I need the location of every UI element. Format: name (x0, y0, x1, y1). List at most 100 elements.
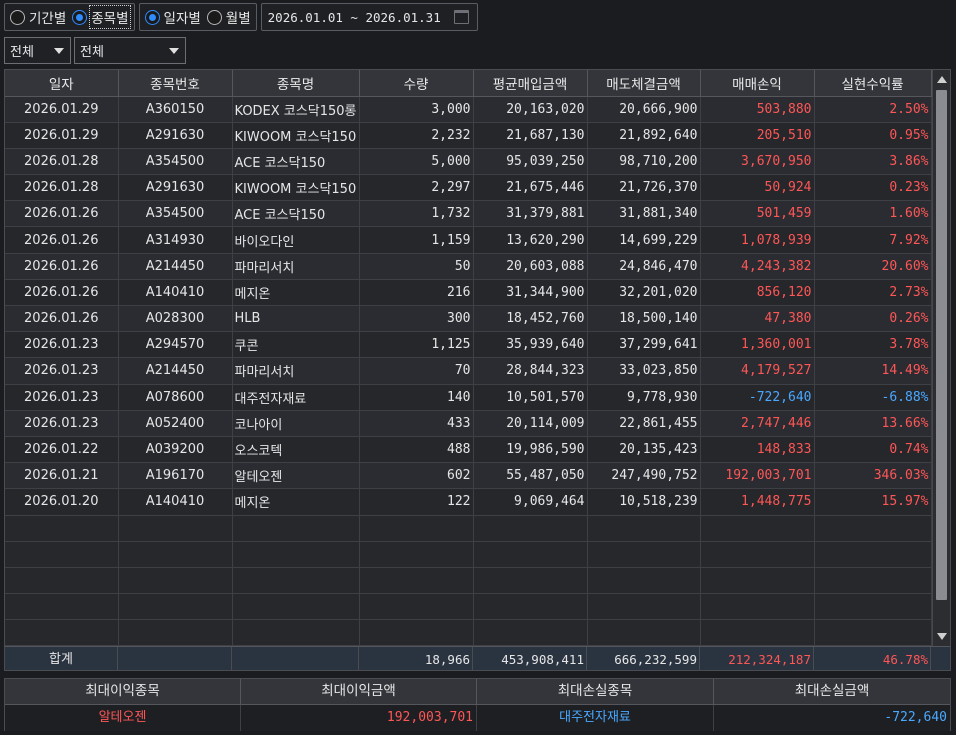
cell-date: 2026.01.26 (5, 305, 119, 333)
empty-row (5, 593, 932, 621)
table-row[interactable]: 2026.01.26 A140410 메지온 216 31,344,900 32,201,… (5, 279, 932, 307)
scroll-up-icon[interactable] (937, 76, 947, 83)
cell-pnl: 856,120 (700, 279, 815, 307)
col-header-avg-buy[interactable]: 평균매입금액 (473, 70, 588, 97)
table-row[interactable]: 2026.01.21 A196170 알테오젠 602 55,487,050 247,49… (5, 462, 932, 490)
trade-grid: 일자 종목번호 종목명 수량 평균매입금액 매도체결금액 매매손익 실현수익률 … (4, 69, 951, 671)
table-row[interactable]: 2026.01.23 A294570 쿠콘 1,125 35,939,640 37,299… (5, 331, 932, 359)
trade-table: 일자 종목번호 종목명 수량 평균매입금액 매도체결금액 매매손익 실현수익률 … (5, 70, 932, 647)
cell-rate: 0.26% (814, 305, 932, 333)
table-row[interactable]: 2026.01.29 A360150 KODEX 코스닥150롱 3,000 20,16… (5, 96, 932, 123)
scroll-thumb[interactable] (936, 90, 947, 600)
col-header-code[interactable]: 종목번호 (118, 70, 233, 97)
category-select[interactable]: 전체 (4, 37, 71, 64)
radio-dot-icon (206, 9, 222, 25)
cell-code: A039200 (118, 436, 233, 464)
radio-dot-icon (10, 9, 25, 25)
cell-rate: 1.60% (814, 200, 932, 228)
empty-cell (118, 567, 233, 595)
market-select-value: 전체 (80, 45, 104, 60)
scroll-down-icon[interactable] (937, 633, 947, 640)
cell-sell: 21,892,640 (587, 122, 701, 149)
cell-code: A354500 (118, 200, 233, 228)
table-row[interactable]: 2026.01.20 A140410 메지온 122 9,069,464 10,518,2… (5, 488, 932, 516)
table-row[interactable]: 2026.01.28 A291630 KIWOOM 코스닥150 2,297 21,67… (5, 174, 932, 202)
empty-cell (5, 541, 119, 568)
summary-header-max-loss-name: 최대손실종목 (477, 679, 714, 705)
col-header-pnl[interactable]: 매매손익 (700, 70, 815, 97)
cell-name: 오스코텍 (232, 436, 360, 464)
empty-cell (700, 515, 815, 542)
cell-code: A214450 (118, 253, 233, 280)
cell-date: 2026.01.29 (5, 122, 119, 149)
radio-monthly[interactable]: 월별 (206, 7, 251, 27)
total-row: 합계 18,966 453,908,411 666,232,599 212,32… (5, 646, 950, 670)
empty-cell (814, 515, 932, 542)
cell-date: 2026.01.23 (5, 357, 119, 385)
table-row[interactable]: 2026.01.26 A354500 ACE 코스닥150 1,732 31,379,8… (5, 200, 932, 228)
total-sell: 666,232,599 (587, 647, 700, 670)
cell-rate: 0.95% (814, 122, 932, 149)
calendar-icon[interactable] (453, 10, 469, 24)
table-row[interactable]: 2026.01.28 A354500 ACE 코스닥150 5,000 95,039,2… (5, 148, 932, 176)
empty-cell (359, 619, 474, 647)
table-row[interactable]: 2026.01.23 A052400 코나아이 433 20,114,009 22,861… (5, 410, 932, 437)
radio-by-period[interactable]: 기간별 (10, 7, 66, 27)
cell-sell: 37,299,641 (587, 331, 701, 359)
summary-header-max-profit-name: 최대이익종목 (5, 679, 241, 705)
table-row[interactable]: 2026.01.26 A214450 파마리서치 50 20,603,088 24,846… (5, 253, 932, 280)
cell-rate: 2.73% (814, 279, 932, 307)
cell-avg-buy: 10,501,570 (473, 384, 588, 411)
market-select[interactable]: 전체 (74, 37, 186, 64)
empty-cell (700, 567, 815, 595)
cell-name: KIWOOM 코스닥150 (232, 122, 360, 149)
empty-cell (5, 567, 119, 595)
empty-cell (587, 567, 701, 595)
cell-date: 2026.01.29 (5, 96, 119, 123)
col-header-date[interactable]: 일자 (5, 70, 119, 97)
empty-cell (473, 515, 588, 542)
summary-header-row: 최대이익종목 최대이익금액 최대손실종목 최대손실금액 (5, 679, 950, 705)
cell-pnl: 50,924 (700, 174, 815, 202)
summary-panel: 최대이익종목 최대이익금액 최대손실종목 최대손실금액 알테오젠 192,003… (4, 678, 951, 731)
cell-date: 2026.01.26 (5, 226, 119, 254)
table-row[interactable]: 2026.01.26 A028300 HLB 300 18,452,760 18,500,… (5, 305, 932, 333)
table-row[interactable]: 2026.01.23 A214450 파마리서치 70 28,844,323 33,023… (5, 357, 932, 385)
empty-row (5, 541, 932, 568)
col-header-name[interactable]: 종목명 (232, 70, 360, 97)
table-row[interactable]: 2026.01.22 A039200 오스코텍 488 19,986,590 20,135… (5, 436, 932, 464)
col-header-sell[interactable]: 매도체결금액 (587, 70, 701, 97)
col-header-rate[interactable]: 실현수익률 (814, 70, 932, 97)
cell-avg-buy: 20,114,009 (473, 410, 588, 437)
radio-by-stock[interactable]: 종목별 (72, 5, 131, 29)
cell-code: A291630 (118, 122, 233, 149)
cell-sell: 247,490,752 (587, 462, 701, 490)
date-range-field[interactable]: 2026.01.01 ~ 2026.01.31 (260, 3, 478, 31)
cell-sell: 21,726,370 (587, 174, 701, 202)
summary-header-max-profit-amount: 최대이익금액 (241, 679, 477, 705)
cell-qty: 122 (359, 488, 474, 516)
empty-cell (5, 619, 119, 647)
cell-code: A214450 (118, 357, 233, 385)
cell-avg-buy: 28,844,323 (473, 357, 588, 385)
vertical-scrollbar[interactable] (932, 70, 950, 646)
empty-cell (700, 619, 815, 647)
cell-qty: 1,159 (359, 226, 474, 254)
table-row[interactable]: 2026.01.23 A078600 대주전자재료 140 10,501,570 9,77… (5, 384, 932, 411)
cell-code: A078600 (118, 384, 233, 411)
mode-radio-group: 기간별 종목별 (4, 3, 135, 31)
cell-pnl: 1,360,001 (700, 331, 815, 359)
cell-date: 2026.01.26 (5, 200, 119, 228)
table-row[interactable]: 2026.01.29 A291630 KIWOOM 코스닥150 2,232 21,68… (5, 122, 932, 149)
empty-cell (232, 567, 360, 595)
total-pnl: 212,324,187 (700, 647, 814, 670)
cell-code: A028300 (118, 305, 233, 333)
radio-daily[interactable]: 일자별 (144, 7, 201, 27)
radio-dot-selected-icon (144, 9, 160, 25)
table-row[interactable]: 2026.01.26 A314930 바이오다인 1,159 13,620,290 14,… (5, 226, 932, 254)
radio-by-period-label: 기간별 (29, 11, 67, 27)
cell-name: 메지온 (232, 488, 360, 516)
cell-rate: 3.78% (814, 331, 932, 359)
cell-code: A314930 (118, 226, 233, 254)
col-header-qty[interactable]: 수량 (359, 70, 474, 97)
